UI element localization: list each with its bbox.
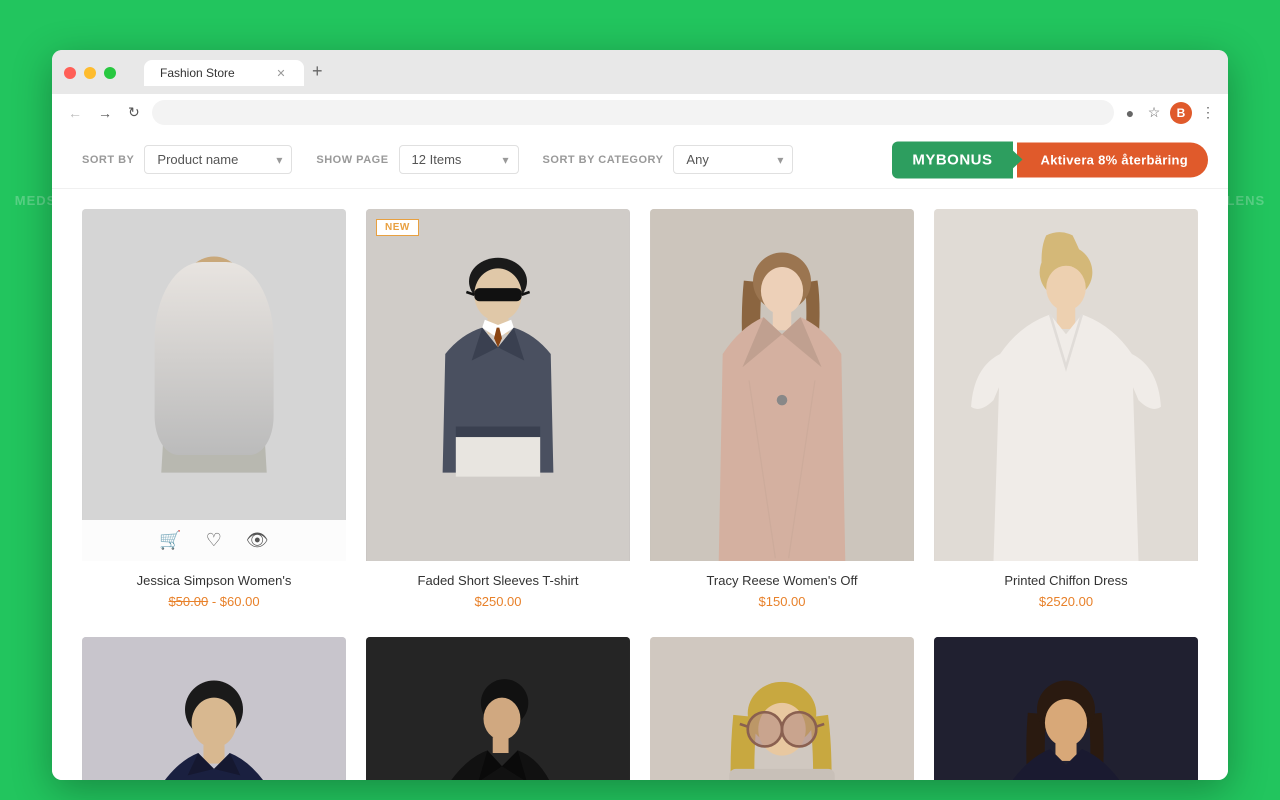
product-name-1: Jessica Simpson Women's [90, 573, 338, 588]
mybonus-badge: MYBONUS [892, 141, 1012, 178]
menu-icon[interactable]: ⋮ [1200, 105, 1216, 121]
tab-close-button[interactable]: ✕ [274, 66, 288, 80]
minimize-dot[interactable] [84, 67, 96, 79]
product-info-2: Faded Short Sleeves T-shirt $250.00 [366, 561, 630, 617]
product-price-3: $150.00 [658, 594, 906, 609]
back-button[interactable]: ← [64, 103, 86, 123]
product-price-1: $50.00 - $60.00 [90, 594, 338, 609]
sort-by-group: SORT BY Product name Price: Low to High … [82, 145, 292, 174]
sort-by-select-wrapper: Product name Price: Low to High Price: H… [144, 145, 292, 174]
category-select-wrapper: Any Women Men Accessories [673, 145, 793, 174]
sort-by-category-label: SORT BY CATEGORY [543, 154, 664, 166]
show-page-group: SHOW PAGE 12 Items 24 Items 48 Items [316, 145, 518, 174]
sort-by-category-group: SORT BY CATEGORY Any Women Men Accessori… [543, 145, 794, 174]
profile-icon[interactable]: B [1170, 102, 1192, 124]
cart-icon[interactable]: 🛒 [159, 530, 181, 551]
product-name-2: Faded Short Sleeves T-shirt [374, 573, 622, 588]
category-select[interactable]: Any Women Men Accessories [673, 145, 793, 174]
forward-button[interactable]: → [94, 103, 116, 123]
toolbar-icons: ● ☆ B ⋮ [1122, 102, 1216, 124]
close-dot[interactable] [64, 67, 76, 79]
product-info-1: Jessica Simpson Women's $50.00 - $60.00 [82, 561, 346, 617]
active-tab[interactable]: Fashion Store ✕ [144, 60, 304, 86]
product-image-6 [366, 637, 630, 780]
aktivera-button[interactable]: Aktivera 8% återbäring [1017, 142, 1209, 177]
maximize-dot[interactable] [104, 67, 116, 79]
products-grid: 🛒 ♡ 👁 Jessica Simpson Women's $50.00 - $… [82, 209, 1198, 780]
product-name-3: Tracy Reese Women's Off [658, 573, 906, 588]
product-image-5 [82, 637, 346, 780]
product-name-4: Printed Chiffon Dress [942, 573, 1190, 588]
browser-tabs: Fashion Store ✕ + [144, 60, 329, 86]
sort-by-select[interactable]: Product name Price: Low to High Price: H… [144, 145, 292, 174]
product-image-1: 🛒 ♡ 👁 [82, 209, 346, 561]
new-tab-button[interactable]: + [306, 61, 329, 82]
product-card-4[interactable]: Printed Chiffon Dress $2520.00 [934, 209, 1198, 617]
product-card-3[interactable]: Tracy Reese Women's Off $150.00 [650, 209, 914, 617]
sort-by-label: SORT BY [82, 154, 134, 166]
product-image-4 [934, 209, 1198, 561]
product-image-3 [650, 209, 914, 561]
wishlist-icon[interactable]: ♡ [206, 530, 222, 551]
product-image-2: NEW [366, 209, 630, 561]
show-page-label: SHOW PAGE [316, 154, 388, 166]
tab-title: Fashion Store [160, 66, 235, 80]
product-image-7 [650, 637, 914, 780]
address-bar[interactable] [152, 100, 1114, 125]
browser-window: Fashion Store ✕ + ← → ↻ ● ☆ B ⋮ SORT BY [52, 50, 1228, 780]
product-card-2[interactable]: NEW Faded Short Sleeves T-shirt $250.00 [366, 209, 630, 617]
product-card-7[interactable] [650, 637, 914, 780]
product-card-1[interactable]: 🛒 ♡ 👁 Jessica Simpson Women's $50.00 - $… [82, 209, 346, 617]
product-info-3: Tracy Reese Women's Off $150.00 [650, 561, 914, 617]
mybonus-label: MYBONUS [912, 151, 992, 168]
product-card-6[interactable] [366, 637, 630, 780]
product-price-2: $250.00 [374, 594, 622, 609]
products-container: 🛒 ♡ 👁 Jessica Simpson Women's $50.00 - $… [52, 189, 1228, 780]
refresh-button[interactable]: ↻ [124, 102, 144, 123]
show-page-select[interactable]: 12 Items 24 Items 48 Items [399, 145, 519, 174]
product-card-5[interactable] [82, 637, 346, 780]
product-badge-2: NEW [376, 219, 419, 236]
product-actions-1: 🛒 ♡ 👁 [82, 520, 346, 561]
view-icon[interactable]: 👁 [246, 530, 269, 551]
product-card-8[interactable]: SUPERSPECIAL [934, 637, 1198, 780]
filter-bar: SORT BY Product name Price: Low to High … [52, 131, 1228, 189]
page-content: SORT BY Product name Price: Low to High … [52, 131, 1228, 780]
show-page-select-wrapper: 12 Items 24 Items 48 Items [399, 145, 519, 174]
browser-controls: Fashion Store ✕ + [64, 60, 1216, 86]
product-info-4: Printed Chiffon Dress $2520.00 [934, 561, 1198, 617]
product-price-4: $2520.00 [942, 594, 1190, 609]
browser-chrome: Fashion Store ✕ + [52, 50, 1228, 94]
location-icon[interactable]: ● [1122, 105, 1138, 121]
browser-toolbar: ← → ↻ ● ☆ B ⋮ [52, 94, 1228, 131]
mybonus-container: MYBONUS Aktivera 8% återbäring [892, 141, 1208, 178]
product-image-8: SUPERSPECIAL [934, 637, 1198, 780]
bookmark-icon[interactable]: ☆ [1146, 105, 1162, 121]
